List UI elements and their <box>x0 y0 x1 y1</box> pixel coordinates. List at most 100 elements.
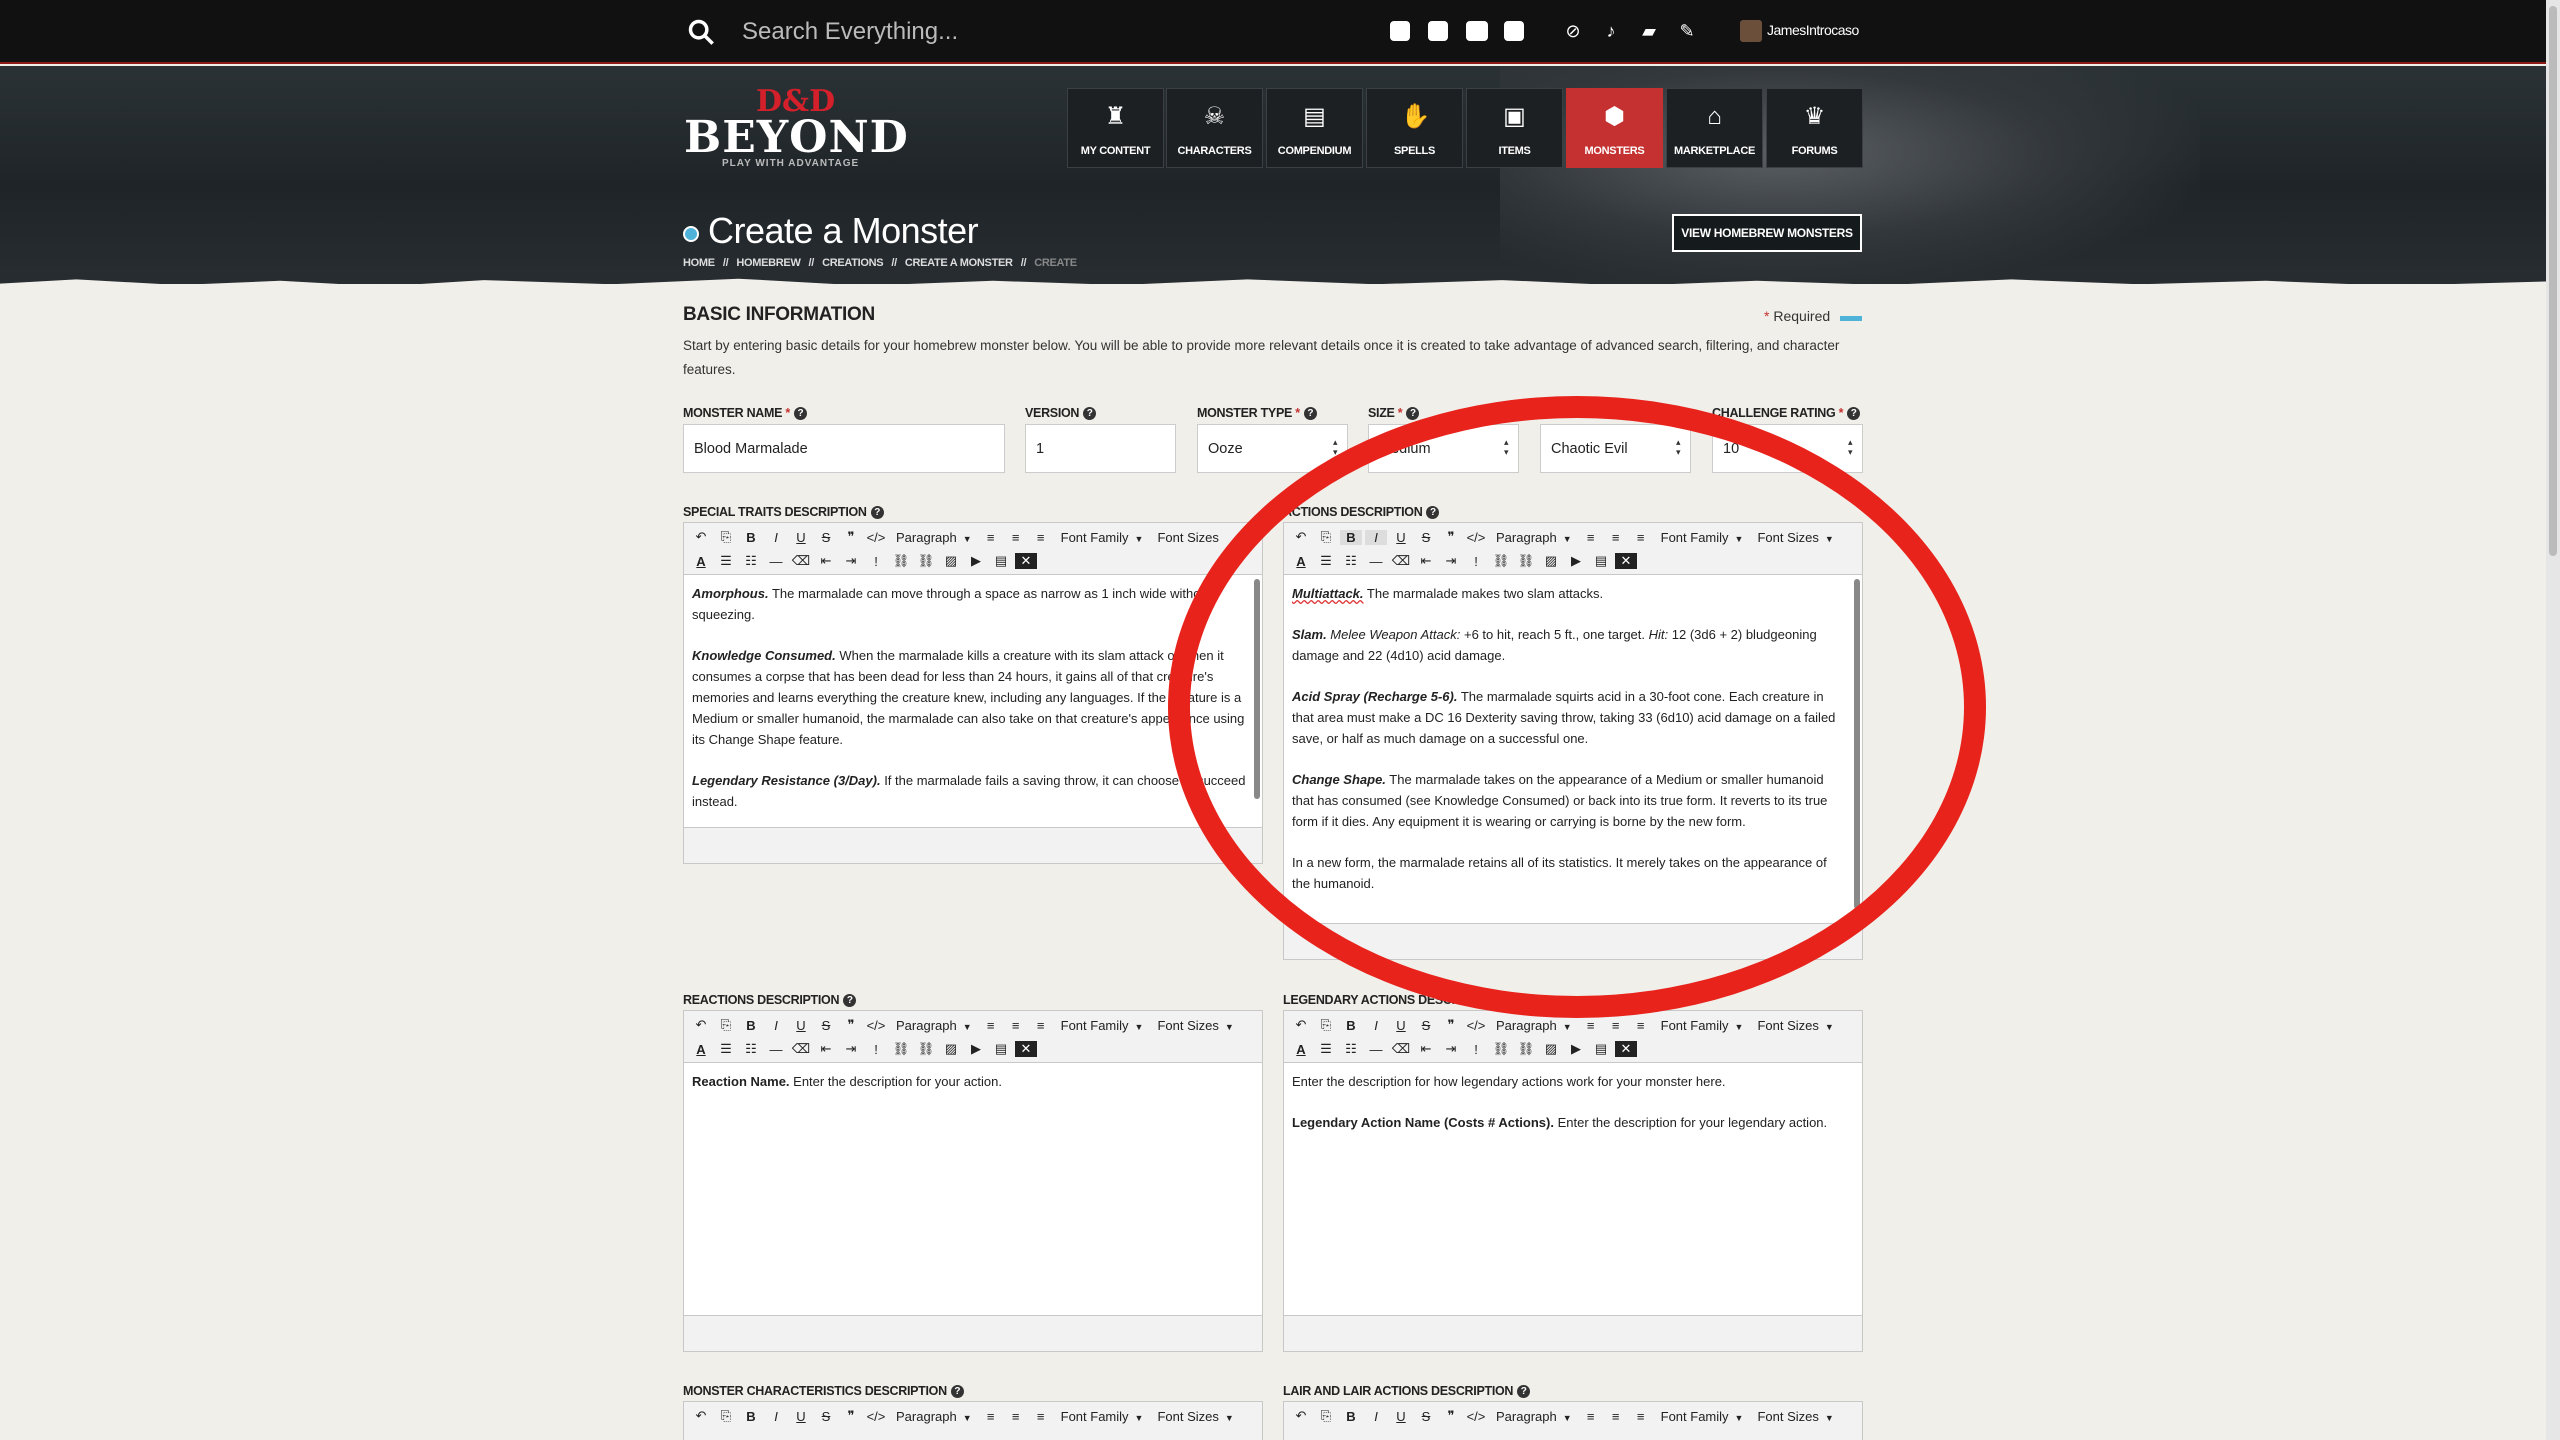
outdent-icon[interactable]: ⇤ <box>1415 553 1437 569</box>
font-sizes-dropdown[interactable]: Font Sizes ▼ <box>1757 530 1833 545</box>
undo-icon[interactable]: ↶ <box>1290 529 1312 545</box>
horizontal-rule-icon[interactable]: — <box>765 554 787 569</box>
nav-my-content[interactable]: ♜ MY CONTENT <box>1067 88 1164 168</box>
quote-icon[interactable]: ❞ <box>840 1408 862 1424</box>
monster-type-select[interactable]: Ooze <box>1197 424 1348 473</box>
indent-icon[interactable]: ⇥ <box>840 1041 862 1057</box>
reactions-editor[interactable]: ↶ ⎘ B I U S ❞ </> Paragraph ▼ ≡ ≡ ≡ Font Family ▼ Font … <box>683 1010 1263 1352</box>
nav-items[interactable]: ▣ ITEMS <box>1466 88 1563 168</box>
numbered-list-icon[interactable]: ☷ <box>1340 1041 1362 1057</box>
document-icon[interactable]: ▤ <box>1590 553 1612 569</box>
help-icon[interactable]: ? <box>1517 1385 1531 1398</box>
bullet-list-icon[interactable]: ☰ <box>1315 1041 1337 1057</box>
document-icon[interactable]: ▤ <box>990 553 1012 569</box>
unlink-icon[interactable]: ⛓ <box>915 553 937 569</box>
bold-icon[interactable]: B <box>740 530 762 545</box>
video-icon[interactable]: ▶ <box>965 553 987 569</box>
exclamation-icon[interactable]: ! <box>1465 1042 1487 1057</box>
link-icon[interactable]: ⛓ <box>890 553 912 569</box>
paste-icon[interactable]: ⎘ <box>1315 1017 1337 1033</box>
help-icon[interactable]: ? <box>1847 407 1861 420</box>
size-select[interactable]: Medium <box>1368 424 1519 473</box>
paragraph-dropdown[interactable]: Paragraph ▼ <box>896 1409 972 1424</box>
help-icon[interactable]: ? <box>1426 506 1440 519</box>
exclamation-icon[interactable]: ! <box>865 1042 887 1057</box>
wrench-icon[interactable]: ✎ <box>1676 20 1698 42</box>
video-icon[interactable]: ▶ <box>965 1041 987 1057</box>
font-family-dropdown[interactable]: Font Family ▼ <box>1661 1018 1744 1033</box>
unlink-icon[interactable]: ⛓ <box>1515 553 1537 569</box>
align-right-icon[interactable]: ≡ <box>1630 1409 1652 1424</box>
avatar[interactable] <box>1740 20 1762 42</box>
align-right-icon[interactable]: ≡ <box>1630 1018 1652 1033</box>
font-family-dropdown[interactable]: Font Family ▼ <box>1061 530 1144 545</box>
text-color-icon[interactable]: A <box>1290 554 1312 569</box>
text-color-icon[interactable]: A <box>1290 1042 1312 1057</box>
document-icon[interactable]: ▤ <box>990 1041 1012 1057</box>
bell-icon[interactable]: ♪ <box>1600 20 1622 42</box>
alignment-select[interactable]: Chaotic Evil <box>1540 424 1691 473</box>
align-center-icon[interactable]: ≡ <box>1605 1018 1627 1033</box>
align-right-icon[interactable]: ≡ <box>1030 1409 1052 1424</box>
italic-icon[interactable]: I <box>1365 529 1387 545</box>
italic-icon[interactable]: I <box>765 530 787 545</box>
editor-content[interactable]: Enter the description for how legendary … <box>1292 1071 1848 1153</box>
numbered-list-icon[interactable]: ☷ <box>1340 553 1362 569</box>
font-sizes-dropdown[interactable]: Font Sizes ▼ <box>1757 1409 1833 1424</box>
paste-icon[interactable]: ⎘ <box>1315 529 1337 545</box>
lair-actions-editor[interactable]: ↶ ⎘ B I U S ❞ </> Paragraph ▼ ≡ ≡ ≡ Font Family ▼ Font … <box>1283 1401 1863 1440</box>
undo-icon[interactable]: ↶ <box>690 1017 712 1033</box>
youtube-icon[interactable] <box>1466 21 1488 41</box>
logo-beyond[interactable]: BEYOND <box>684 112 909 163</box>
nav-spells[interactable]: ✋ SPELLS <box>1366 88 1463 168</box>
bullet-list-icon[interactable]: ☰ <box>715 1041 737 1057</box>
italic-icon[interactable]: I <box>765 1018 787 1033</box>
align-left-icon[interactable]: ≡ <box>980 1409 1002 1424</box>
eraser-icon[interactable]: ⌫ <box>1390 1041 1412 1057</box>
strikethrough-icon[interactable]: S <box>1415 1409 1437 1424</box>
image-icon[interactable]: ▨ <box>940 553 962 569</box>
bold-icon[interactable]: B <box>1340 1409 1362 1424</box>
help-icon[interactable]: ? <box>870 506 884 519</box>
help-icon[interactable]: ? <box>1623 407 1637 420</box>
align-center-icon[interactable]: ≡ <box>1605 530 1627 545</box>
align-left-icon[interactable]: ≡ <box>980 1018 1002 1033</box>
quote-icon[interactable]: ❞ <box>840 1017 862 1033</box>
undo-icon[interactable]: ↶ <box>1290 1017 1312 1033</box>
numbered-list-icon[interactable]: ☷ <box>740 1041 762 1057</box>
facebook-icon[interactable] <box>1428 21 1448 41</box>
outdent-icon[interactable]: ⇤ <box>1415 1041 1437 1057</box>
underline-icon[interactable]: U <box>1390 1409 1412 1424</box>
dnd-beyond-icon[interactable]: ✕ <box>1015 1041 1037 1057</box>
font-family-dropdown[interactable]: Font Family ▼ <box>1061 1409 1144 1424</box>
align-right-icon[interactable]: ≡ <box>1630 530 1652 545</box>
exclamation-icon[interactable]: ! <box>865 554 887 569</box>
italic-icon[interactable]: I <box>1365 1018 1387 1033</box>
horizontal-rule-icon[interactable]: — <box>1365 554 1387 569</box>
help-icon[interactable]: ? <box>843 994 857 1007</box>
font-sizes-dropdown[interactable]: Font Sizes ▼ <box>1157 1409 1233 1424</box>
editor-scrollbar[interactable] <box>1254 579 1260 799</box>
outdent-icon[interactable]: ⇤ <box>815 1041 837 1057</box>
challenge-rating-select[interactable]: 10 <box>1712 424 1863 473</box>
image-icon[interactable]: ▨ <box>1540 553 1562 569</box>
code-icon[interactable]: </> <box>1465 1018 1487 1033</box>
video-icon[interactable]: ▶ <box>1565 553 1587 569</box>
eraser-icon[interactable]: ⌫ <box>790 1041 812 1057</box>
strikethrough-icon[interactable]: S <box>1415 1018 1437 1033</box>
paste-icon[interactable]: ⎘ <box>715 529 737 545</box>
align-center-icon[interactable]: ≡ <box>1605 1409 1627 1424</box>
underline-icon[interactable]: U <box>790 1018 812 1033</box>
italic-icon[interactable]: I <box>765 1409 787 1424</box>
bold-icon[interactable]: B <box>1340 1018 1362 1033</box>
paragraph-dropdown[interactable]: Paragraph ▼ <box>1496 1018 1572 1033</box>
undo-icon[interactable]: ↶ <box>690 529 712 545</box>
strikethrough-icon[interactable]: S <box>815 1409 837 1424</box>
paste-icon[interactable]: ⎘ <box>715 1017 737 1033</box>
nav-marketplace[interactable]: ⌂ MARKETPLACE <box>1666 88 1763 168</box>
nav-monsters[interactable]: ⬢ MONSTERS <box>1566 88 1663 168</box>
twitch-icon[interactable] <box>1504 21 1524 41</box>
twitter-icon[interactable] <box>1390 21 1410 41</box>
outdent-icon[interactable]: ⇤ <box>815 553 837 569</box>
search-icon[interactable] <box>687 18 715 46</box>
